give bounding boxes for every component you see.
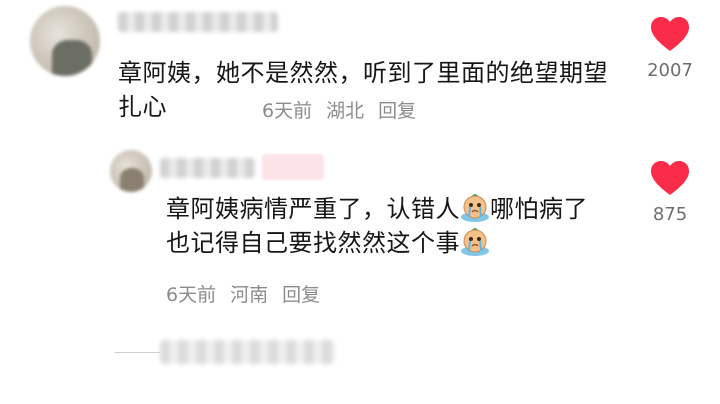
comment-location: 河南: [230, 284, 269, 306]
like-count: 875: [652, 204, 688, 225]
author-badge: [262, 154, 324, 180]
avatar[interactable]: [30, 6, 100, 76]
comment-time: 6天前: [262, 100, 313, 122]
like-count: 2007: [647, 60, 693, 81]
comment-time: 6天前: [166, 284, 217, 306]
crying-emoji-icon: [461, 194, 489, 222]
like-button[interactable]: 875: [630, 160, 710, 225]
like-button[interactable]: 2007: [630, 16, 710, 81]
reply-button[interactable]: 回复: [378, 96, 416, 123]
crying-emoji-icon: [461, 228, 489, 256]
comment-text-part1: 章阿姨病情严重了，认错人: [166, 195, 460, 223]
reply-button[interactable]: 回复: [282, 280, 320, 307]
expand-replies-blurred[interactable]: [160, 340, 335, 364]
comment-meta-row: 6天前 湖北 回复: [262, 96, 416, 123]
heart-icon: [651, 161, 689, 195]
comment-meta-row: 6天前 河南 回复: [166, 280, 320, 307]
username-blurred[interactable]: [160, 158, 255, 178]
comment-location: 湖北: [326, 100, 365, 122]
username-blurred[interactable]: [118, 12, 278, 32]
avatar[interactable]: [110, 150, 152, 192]
comment-text: 章阿姨病情严重了，认错人 哪怕病了也记得自己要找然然这个事: [166, 192, 606, 260]
heart-icon: [651, 17, 689, 51]
expand-replies-divider: [115, 352, 160, 353]
comment-item: 章阿姨病情严重了，认错人 哪怕病了也记得自己要找然然这个事 6天前 河南 回复: [0, 140, 720, 330]
comment-item: 章阿姨，她不是然然，听到了里面的绝望期望扎心 6天前 湖北 回复 2007: [0, 0, 720, 140]
